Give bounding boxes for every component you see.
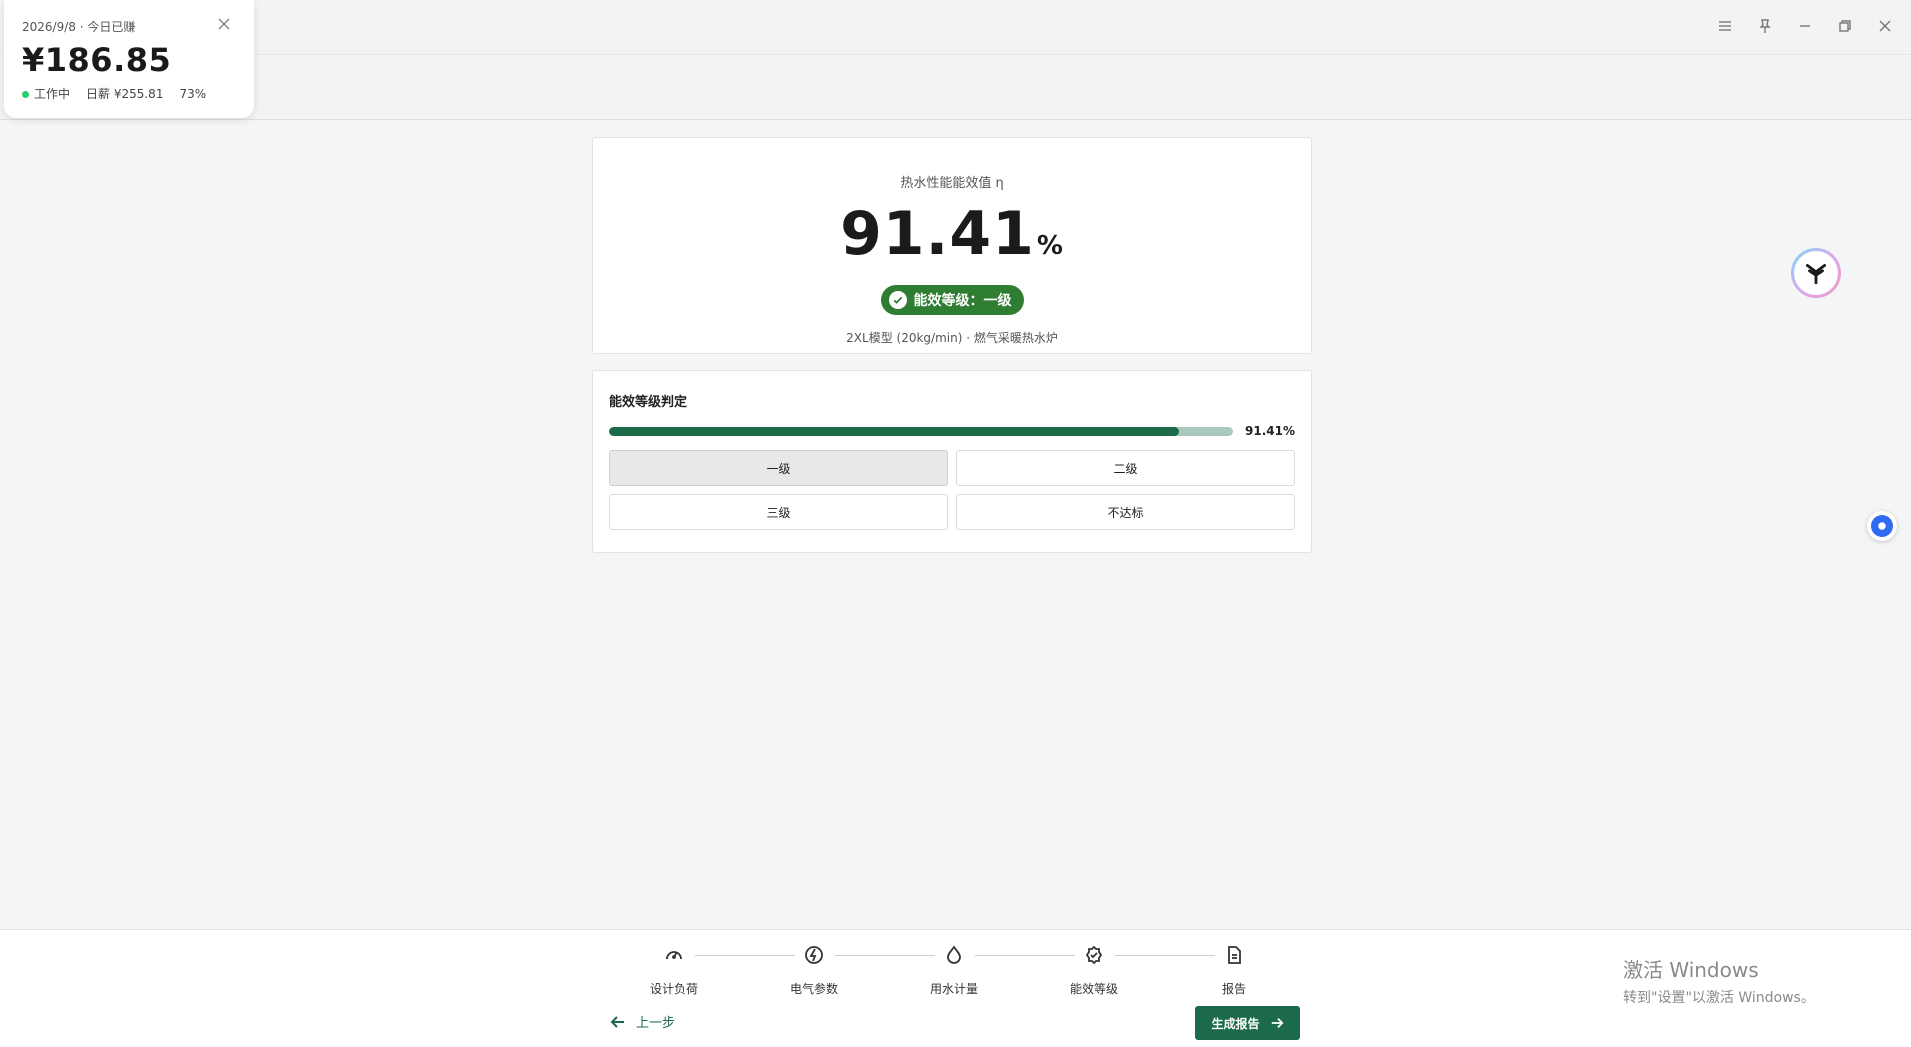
widget-daily: 日薪 ¥255.81 bbox=[86, 87, 164, 101]
step-design-load[interactable]: 设计负荷 bbox=[634, 942, 714, 997]
step-electrical[interactable]: 电气参数 bbox=[774, 942, 854, 997]
generate-report-label: 生成报告 bbox=[1211, 1016, 1260, 1031]
previous-step-button[interactable]: 上一步 bbox=[610, 1012, 675, 1031]
result-number: 91.41 bbox=[840, 199, 1035, 269]
pin-icon[interactable] bbox=[1753, 14, 1777, 38]
widget-amount: ¥186.85 bbox=[22, 41, 172, 79]
assistant-logo-icon bbox=[1794, 251, 1838, 295]
window-controls bbox=[1713, 14, 1897, 38]
widget-status-text: 工作中 bbox=[34, 87, 71, 101]
generate-report-button[interactable]: 生成报告 bbox=[1195, 1006, 1300, 1040]
widget-date: 2026/9/8 · 今日已赚 bbox=[22, 20, 136, 34]
progress-fill bbox=[609, 426, 1180, 436]
grade-option-4[interactable]: 不达标 bbox=[956, 494, 1295, 530]
salary-widget: 2026/9/8 · 今日已赚 ¥186.85 工作中 日薪 ¥255.81 7… bbox=[4, 0, 254, 118]
step-label: 设计负荷 bbox=[649, 982, 698, 996]
widget-status: 工作中 bbox=[22, 85, 70, 102]
status-dot-icon bbox=[22, 91, 29, 98]
step-label: 用水计量 bbox=[929, 982, 978, 996]
minimize-icon[interactable] bbox=[1793, 14, 1817, 38]
result-unit: % bbox=[1036, 231, 1064, 261]
arrow-left-icon bbox=[610, 1015, 624, 1028]
widget-close-icon[interactable] bbox=[216, 16, 234, 34]
grade-option-1[interactable]: 一级 bbox=[609, 450, 948, 486]
assistant-logo-button[interactable] bbox=[1791, 248, 1841, 298]
previous-step-label: 上一步 bbox=[636, 1016, 676, 1031]
progress-row: 91.41% bbox=[609, 424, 1295, 438]
grade-options: 一级 二级 三级 不达标 bbox=[609, 450, 1295, 530]
lightning-icon bbox=[801, 942, 827, 968]
chat-bubble-button[interactable] bbox=[1867, 511, 1897, 541]
widget-percent: 73% bbox=[179, 86, 207, 101]
step-efficiency-grade[interactable]: 能效等级 bbox=[1054, 942, 1134, 997]
grade-option-2[interactable]: 二级 bbox=[956, 450, 1295, 486]
grade-option-3[interactable]: 三级 bbox=[609, 494, 948, 530]
check-circle-icon bbox=[888, 291, 907, 309]
grade-badge: 能效等级：一级 bbox=[880, 285, 1024, 315]
windows-activation-watermark: 激活 Windows 转到"设置"以激活 Windows。 bbox=[1623, 954, 1815, 1007]
menu-icon[interactable] bbox=[1713, 14, 1737, 38]
result-value: 91.41% bbox=[593, 199, 1311, 281]
step-label: 报告 bbox=[1221, 982, 1246, 996]
stepper: 设计负荷 电气参数 用水计量 能效等级 报告 bbox=[640, 942, 1246, 1002]
grading-title: 能效等级判定 bbox=[609, 395, 688, 410]
title-bar bbox=[0, 0, 1911, 55]
grading-card: 能效等级判定 91.41% 一级 二级 三级 不达标 bbox=[592, 370, 1312, 553]
step-label: 能效等级 bbox=[1069, 982, 1118, 996]
chat-bubble-icon bbox=[1871, 515, 1893, 537]
step-report[interactable]: 报告 bbox=[1194, 942, 1274, 997]
badge-check-icon bbox=[1081, 942, 1107, 968]
restore-icon[interactable] bbox=[1833, 14, 1857, 38]
progress-value: 91.41% bbox=[1245, 424, 1295, 438]
arrow-right-icon bbox=[1271, 1018, 1283, 1028]
gauge-icon bbox=[661, 942, 687, 968]
result-card: 热水性能能效值 η 91.41% 能效等级：一级 2XL模型 (20kg/min… bbox=[592, 137, 1312, 354]
watermark-line-2: 转到"设置"以激活 Windows。 bbox=[1623, 990, 1815, 1006]
document-icon bbox=[1221, 942, 1247, 968]
step-label: 电气参数 bbox=[789, 982, 838, 996]
widget-meta: 工作中 日薪 ¥255.81 73% bbox=[22, 85, 236, 102]
water-drop-icon bbox=[941, 942, 967, 968]
step-water-metering[interactable]: 用水计量 bbox=[914, 942, 994, 997]
sub-header-bar bbox=[0, 55, 1911, 120]
result-description: 2XL模型 (20kg/min) · 燃气采暖热水炉 bbox=[846, 331, 1058, 345]
watermark-line-1: 激活 Windows bbox=[1623, 958, 1759, 982]
progress-track bbox=[609, 426, 1234, 436]
grade-badge-text: 能效等级：一级 bbox=[913, 293, 1012, 309]
close-icon[interactable] bbox=[1873, 14, 1897, 38]
result-label: 热水性能能效值 η bbox=[900, 176, 1004, 191]
